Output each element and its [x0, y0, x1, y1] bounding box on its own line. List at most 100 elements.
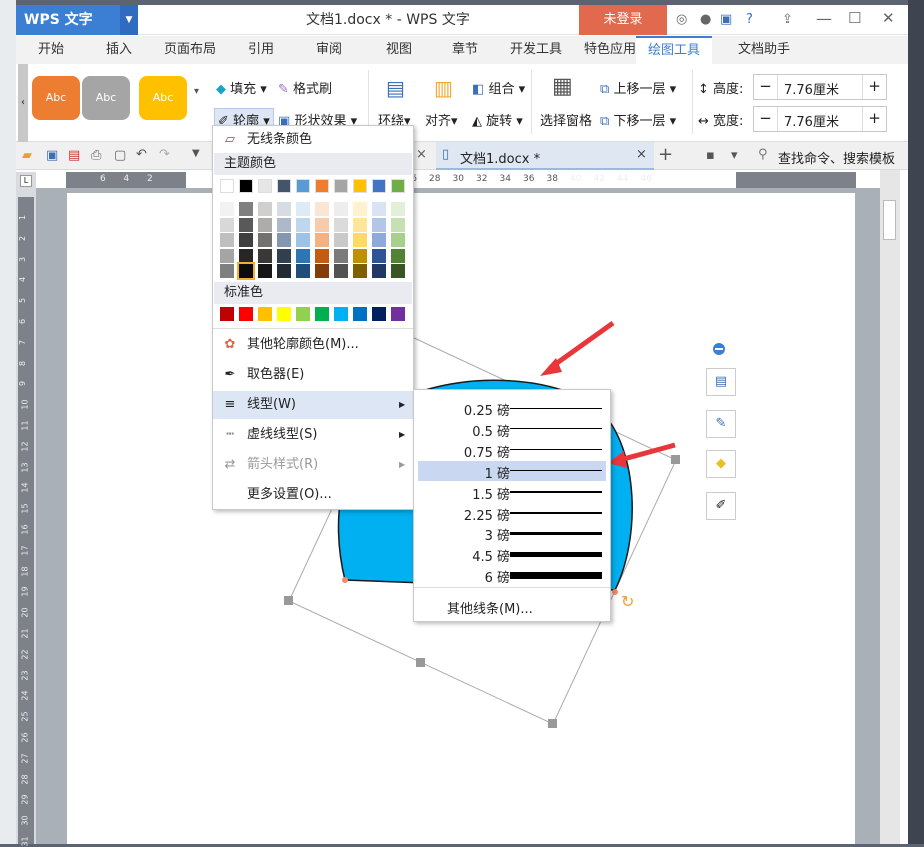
theme-shade-swatch[interactable]	[315, 264, 329, 278]
line-weight-option[interactable]: 2.25 磅	[418, 503, 606, 524]
standard-color-swatch[interactable]	[315, 307, 329, 321]
theme-shade-swatch[interactable]	[391, 248, 405, 263]
theme-color-swatch[interactable]	[220, 179, 234, 193]
theme-color-swatch[interactable]	[353, 179, 367, 193]
theme-shade-swatch[interactable]	[353, 202, 367, 216]
theme-shade-swatch[interactable]	[258, 202, 272, 216]
divider	[213, 328, 413, 329]
dash-style-item[interactable]: ┅ 虚线线型(S) ▶	[213, 421, 413, 449]
theme-shade-swatch[interactable]	[334, 264, 348, 278]
resize-handle[interactable]	[548, 719, 557, 728]
eyedropper[interactable]: ✒ 取色器(E)	[213, 361, 413, 389]
theme-shade-swatch[interactable]	[372, 233, 386, 247]
standard-color-swatch[interactable]	[220, 307, 234, 321]
resize-handle[interactable]	[416, 658, 425, 667]
resize-handle[interactable]	[284, 596, 293, 605]
theme-shade-swatch[interactable]	[277, 233, 291, 247]
line-weight-option[interactable]: 0.75 磅	[418, 440, 606, 461]
more-lines-item[interactable]: 其他线条(M)...	[447, 598, 533, 617]
line-weight-option[interactable]: 6 磅	[418, 565, 606, 586]
theme-shade-swatch[interactable]	[391, 202, 405, 216]
standard-color-swatch[interactable]	[277, 307, 291, 321]
resize-handle[interactable]	[671, 455, 680, 464]
layout-options-icon[interactable]: ▤	[706, 368, 736, 396]
theme-color-swatch[interactable]	[239, 179, 253, 193]
theme-shade-swatch[interactable]	[258, 264, 272, 278]
theme-shade-swatch[interactable]	[296, 248, 310, 263]
theme-shade-swatch[interactable]	[391, 233, 405, 247]
standard-color-swatch[interactable]	[334, 307, 348, 321]
line-weight-option[interactable]: 3 磅	[418, 523, 606, 544]
theme-shade-swatch[interactable]	[372, 217, 386, 232]
theme-color-swatch[interactable]	[296, 179, 310, 193]
rotate-handle-icon[interactable]: ↻	[621, 592, 634, 611]
theme-shade-swatch[interactable]	[296, 202, 310, 216]
adjust-handle[interactable]	[612, 589, 618, 595]
line-style-item[interactable]: ≡ 线型(W) ▶	[213, 391, 413, 419]
theme-shade-swatch[interactable]	[296, 264, 310, 278]
theme-shade-swatch[interactable]	[277, 217, 291, 232]
theme-shade-swatch[interactable]	[315, 248, 329, 263]
theme-shade-swatch[interactable]	[334, 233, 348, 247]
standard-color-swatch[interactable]	[296, 307, 310, 321]
standard-color-swatch[interactable]	[258, 307, 272, 321]
theme-shade-swatch[interactable]	[353, 217, 367, 232]
theme-shade-swatch[interactable]	[239, 217, 253, 232]
theme-shade-swatch[interactable]	[258, 248, 272, 263]
theme-shade-swatch[interactable]	[315, 217, 329, 232]
standard-color-swatch[interactable]	[353, 307, 367, 321]
theme-color-swatch[interactable]	[258, 179, 272, 193]
line-weight-option[interactable]: 4.5 磅	[418, 544, 606, 565]
theme-shade-swatch[interactable]	[277, 264, 291, 278]
no-line-color[interactable]: ▱ 无线条颜色	[213, 126, 413, 154]
theme-shade-swatch[interactable]	[237, 262, 255, 280]
theme-color-swatch[interactable]	[277, 179, 291, 193]
fill-quick-icon[interactable]: ◆	[706, 450, 736, 478]
theme-shade-swatch[interactable]	[220, 202, 234, 216]
theme-shade-swatch[interactable]	[391, 217, 405, 232]
standard-color-swatch[interactable]	[372, 307, 386, 321]
theme-shade-swatch[interactable]	[239, 248, 253, 263]
theme-shade-swatch[interactable]	[220, 217, 234, 232]
theme-shade-swatch[interactable]	[220, 233, 234, 247]
theme-shade-swatch[interactable]	[334, 248, 348, 263]
no-line-label: 无线条颜色	[247, 132, 313, 147]
theme-color-swatch[interactable]	[315, 179, 329, 193]
line-weight-option[interactable]: 1.5 磅	[418, 482, 606, 503]
theme-shade-swatch[interactable]	[353, 233, 367, 247]
line-weight-option[interactable]: 0.25 磅	[418, 398, 606, 419]
theme-shade-swatch[interactable]	[258, 217, 272, 232]
theme-color-swatch[interactable]	[372, 179, 386, 193]
line-weight-option[interactable]: 1 磅	[418, 460, 606, 482]
theme-shade-swatch[interactable]	[372, 264, 386, 278]
theme-shade-swatch[interactable]	[391, 264, 405, 278]
outline-dropdown-menu: ▱ 无线条颜色 主题颜色 标准色 ✿ 其他轮廓颜色(M)... ✒ 取色器(E) ≡ 线…	[212, 125, 414, 510]
standard-color-swatch[interactable]	[239, 307, 253, 321]
theme-shade-swatch[interactable]	[353, 264, 367, 278]
theme-shade-swatch[interactable]	[372, 202, 386, 216]
more-settings-item[interactable]: 更多设置(O)...	[213, 481, 413, 509]
theme-shade-swatch[interactable]	[315, 202, 329, 216]
theme-shade-swatch[interactable]	[296, 233, 310, 247]
theme-shade-swatch[interactable]	[353, 248, 367, 263]
theme-shade-swatch[interactable]	[277, 202, 291, 216]
standard-color-swatch[interactable]	[391, 307, 405, 321]
line-weight-option[interactable]: 0.5 磅	[418, 419, 606, 440]
theme-shade-swatch[interactable]	[334, 217, 348, 232]
theme-color-swatch[interactable]	[334, 179, 348, 193]
theme-shade-swatch[interactable]	[258, 233, 272, 247]
adjust-handle[interactable]	[342, 577, 348, 583]
theme-shade-swatch[interactable]	[296, 217, 310, 232]
theme-shade-swatch[interactable]	[239, 233, 253, 247]
more-outline-colors[interactable]: ✿ 其他轮廓颜色(M)...	[213, 331, 413, 359]
shape-style-icon[interactable]: ✎	[706, 410, 736, 438]
theme-shade-swatch[interactable]	[372, 248, 386, 263]
theme-shade-swatch[interactable]	[277, 248, 291, 263]
theme-color-swatch[interactable]	[391, 179, 405, 193]
theme-shade-swatch[interactable]	[315, 233, 329, 247]
theme-shade-swatch[interactable]	[334, 202, 348, 216]
theme-shade-swatch[interactable]	[220, 248, 234, 263]
theme-shade-swatch[interactable]	[220, 264, 234, 278]
outline-quick-icon[interactable]: ✐	[706, 492, 736, 520]
theme-shade-swatch[interactable]	[239, 202, 253, 216]
